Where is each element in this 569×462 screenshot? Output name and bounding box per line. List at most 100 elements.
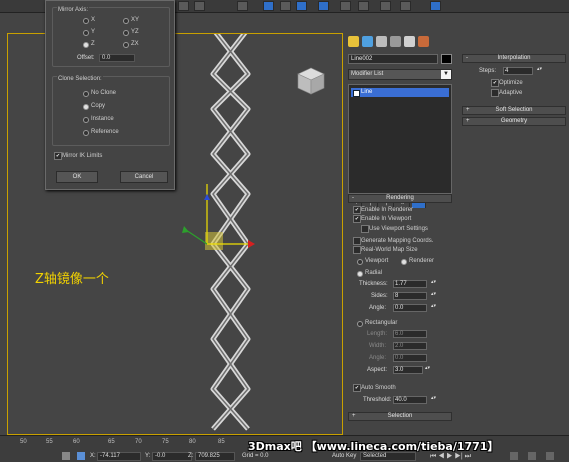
sides-field[interactable]: 8: [393, 292, 427, 300]
optimize-checkbox[interactable]: Optimize: [491, 79, 523, 87]
rect-angle-label: Angle:: [369, 355, 387, 361]
command-panel-tabs: [348, 36, 454, 48]
expand-icon: +: [466, 107, 470, 113]
timeline-tick: 60: [73, 439, 80, 445]
viewport-radio[interactable]: Viewport: [357, 257, 388, 265]
selection-rollout-header[interactable]: + Selection: [348, 412, 452, 421]
utilities-tab-icon[interactable]: [418, 36, 429, 47]
mirror-axis-group: Mirror Axis: X Y Z XY YZ ZX Offset: 0.0: [52, 7, 170, 67]
modifier-stack[interactable]: Line: [348, 84, 452, 194]
material-editor-icon[interactable]: [430, 1, 441, 11]
mirror-ik-checkbox[interactable]: Mirror IK Limits: [54, 152, 102, 160]
angle-snap-icon[interactable]: [263, 1, 274, 11]
absolute-mode-icon[interactable]: [77, 452, 85, 460]
modifier-list-dropdown[interactable]: Modifier List ▼: [348, 69, 452, 80]
clone-radio-copy[interactable]: Copy: [83, 102, 105, 110]
display-tab-icon[interactable]: [404, 36, 415, 47]
ok-button[interactable]: OK: [56, 171, 98, 183]
aspect-label: Aspect:: [367, 367, 388, 373]
aspect-field[interactable]: 3.0: [393, 366, 423, 374]
thickness-field[interactable]: 1.77: [393, 280, 427, 288]
mirror-axis-title: Mirror Axis:: [57, 7, 89, 13]
offset-label: Offset:: [77, 55, 95, 61]
enable-viewport-checkbox[interactable]: Enable In Viewport: [353, 215, 411, 223]
orbit-icon[interactable]: [546, 452, 554, 460]
watermark-text: 3Dmax吧 【www.lineca.com/tieba/1771】: [248, 440, 499, 453]
mirror-icon[interactable]: [318, 1, 329, 11]
percent-snap-icon[interactable]: [280, 1, 291, 11]
axis-radio-y[interactable]: Y: [83, 28, 95, 36]
create-tab-icon[interactable]: [348, 36, 359, 47]
snap-icon[interactable]: [237, 1, 248, 11]
cancel-button[interactable]: Cancel: [120, 171, 168, 183]
length-field[interactable]: 6.0: [393, 330, 427, 338]
z-label: Z:: [188, 453, 194, 459]
modify-tab-icon[interactable]: [362, 36, 373, 47]
angle-field[interactable]: 0.0: [393, 304, 427, 312]
object-name-field[interactable]: Line002: [348, 54, 438, 64]
clone-radio-no-clone[interactable]: No Clone: [83, 89, 116, 97]
length-label: Length:: [367, 331, 388, 337]
interpolation-rollout-header[interactable]: - Interpolation: [462, 54, 566, 63]
layer-manager-icon[interactable]: [358, 1, 369, 11]
clone-radio-reference[interactable]: Reference: [83, 128, 119, 136]
angle-spinner-icon[interactable]: ▴▾: [431, 304, 436, 312]
select-move-icon[interactable]: [178, 1, 189, 11]
soft-selection-rollout-header[interactable]: + Soft Selection: [462, 106, 566, 115]
timeline-tick: 65: [108, 439, 115, 445]
real-world-map-checkbox[interactable]: Real-World Map Size: [353, 246, 418, 254]
lock-icon[interactable]: [62, 452, 70, 460]
axis-radio-xy[interactable]: XY: [123, 16, 139, 24]
clone-radio-instance[interactable]: Instance: [83, 115, 114, 123]
threshold-spinner-icon[interactable]: ▴▾: [431, 396, 436, 404]
zoom-icon[interactable]: [510, 452, 518, 460]
sides-spinner-icon[interactable]: ▴▾: [431, 292, 436, 300]
width-label: Width:: [369, 343, 387, 349]
gen-mapping-checkbox[interactable]: Generate Mapping Coords.: [353, 237, 433, 245]
command-panel: Line002 Modifier List ▼ Line ⊣ | ∣ ⌂ - R…: [345, 33, 457, 435]
axis-radio-yz[interactable]: YZ: [123, 28, 139, 36]
timeline-tick: 70: [135, 439, 142, 445]
auto-smooth-checkbox[interactable]: Auto Smooth: [353, 384, 396, 392]
helix-strand-b: [210, 34, 251, 431]
enable-renderer-checkbox[interactable]: Enable In Renderer: [353, 206, 413, 214]
pan-icon[interactable]: [528, 452, 536, 460]
axis-radio-z[interactable]: Z: [83, 40, 95, 48]
x-coord-field[interactable]: -74.117: [97, 452, 141, 461]
axis-radio-x[interactable]: X: [83, 16, 95, 24]
radial-radio[interactable]: Radial: [357, 269, 382, 277]
playback-controls[interactable]: ⏮ ◀ ▶ ▶| ⏭: [430, 453, 471, 461]
curve-editor-icon[interactable]: [380, 1, 391, 11]
rendering-rollout-header[interactable]: - Rendering: [348, 194, 452, 203]
object-color-swatch[interactable]: [441, 54, 452, 64]
axis-radio-zx[interactable]: ZX: [123, 40, 139, 48]
adaptive-checkbox[interactable]: Adaptive: [491, 89, 522, 97]
use-viewport-settings-checkbox[interactable]: Use Viewport Settings: [361, 225, 428, 233]
schematic-view-icon[interactable]: [400, 1, 411, 11]
y-coord-field[interactable]: -0.0: [152, 452, 192, 461]
thickness-spinner-icon[interactable]: ▴▾: [431, 280, 436, 288]
offset-field[interactable]: 0.0: [99, 54, 135, 62]
chevron-down-icon: ▼: [441, 70, 451, 79]
steps-spinner-icon[interactable]: ▴▾: [537, 67, 542, 75]
aspect-spinner-icon[interactable]: ▴▾: [425, 366, 430, 374]
hierarchy-tab-icon[interactable]: [376, 36, 387, 47]
geometry-rollout-header[interactable]: + Geometry: [462, 117, 566, 126]
rect-angle-field[interactable]: 0.0: [393, 354, 427, 362]
selection-title: Selection: [387, 413, 413, 419]
rectangular-radio[interactable]: Rectangular: [357, 319, 397, 327]
z-coord-field[interactable]: 709.825: [195, 452, 235, 461]
renderer-radio[interactable]: Renderer: [401, 257, 434, 265]
select-rotate-icon[interactable]: [194, 1, 205, 11]
threshold-field[interactable]: 40.0: [393, 396, 427, 404]
spinner-snap-icon[interactable]: [296, 1, 307, 11]
app-window: Z轴镜像一个 Mirror Axis: X Y Z XY YZ ZX Offse…: [0, 0, 569, 462]
motion-tab-icon[interactable]: [390, 36, 401, 47]
width-field[interactable]: 2.0: [393, 342, 427, 350]
timeline-tick: 85: [218, 439, 225, 445]
align-icon[interactable]: [340, 1, 351, 11]
stack-item-line[interactable]: Line: [351, 88, 449, 97]
thickness-label: Thickness:: [359, 281, 388, 287]
mirror-dialog: Mirror Axis: X Y Z XY YZ ZX Offset: 0.0 …: [45, 0, 175, 190]
steps-field[interactable]: 4: [503, 67, 533, 75]
